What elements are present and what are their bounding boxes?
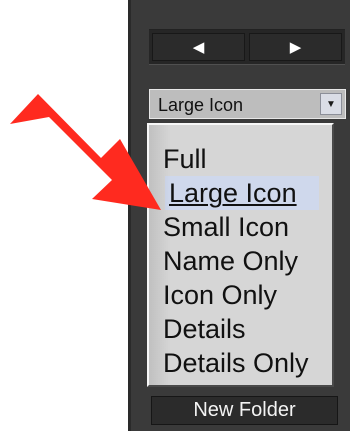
navigation-button-group: ◀ ▶ <box>149 29 345 65</box>
dropdown-option-details[interactable]: Details <box>163 312 328 346</box>
dropdown-options: Full Large Icon Small Icon Name Only Ico… <box>163 142 328 380</box>
left-triangle-icon: ◀ <box>192 39 205 56</box>
right-triangle-icon: ▶ <box>289 39 302 56</box>
dropdown-option-name-only[interactable]: Name Only <box>163 244 328 278</box>
view-mode-selected-value: Large Icon <box>158 95 244 115</box>
dropdown-option-small-icon[interactable]: Small Icon <box>163 210 328 244</box>
dropdown-option-icon-only[interactable]: Icon Only <box>163 278 328 312</box>
back-button[interactable]: ◀ <box>152 33 245 61</box>
dropdown-option-details-only[interactable]: Details Only <box>163 346 328 380</box>
new-folder-button[interactable]: New Folder <box>151 396 338 425</box>
dropdown-option-full[interactable]: Full <box>163 142 328 176</box>
view-mode-dropdown-list: Full Large Icon Small Icon Name Only Ico… <box>147 123 334 387</box>
dropdown-option-large-icon[interactable]: Large Icon <box>165 176 319 210</box>
chevron-down-icon[interactable]: ▼ <box>320 93 342 115</box>
screenshot-canvas: ◀ ▶ Large Icon ▼ Full Large Icon Small I… <box>0 0 350 431</box>
forward-button[interactable]: ▶ <box>249 33 342 61</box>
view-mode-select[interactable]: Large Icon ▼ <box>149 89 346 119</box>
